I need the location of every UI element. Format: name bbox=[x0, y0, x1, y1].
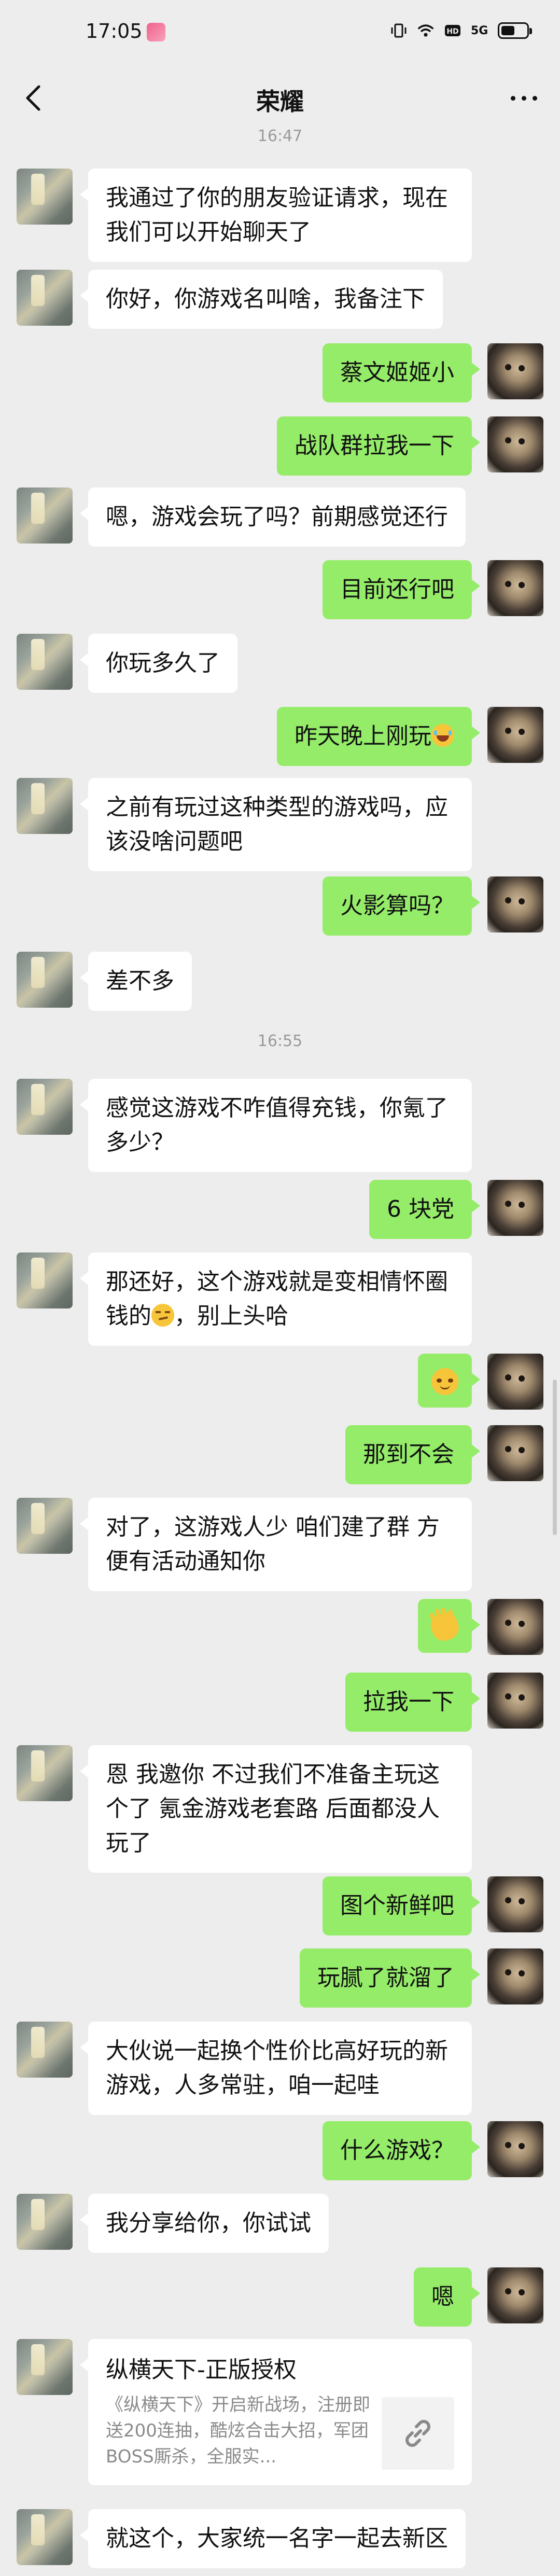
contact-avatar[interactable] bbox=[17, 1252, 73, 1308]
svg-text:HD: HD bbox=[446, 27, 458, 36]
my-avatar[interactable] bbox=[487, 1876, 543, 1932]
message-text-tail: ，别上头哈 bbox=[174, 1303, 288, 1329]
outgoing-message[interactable]: 战队群拉我一下 bbox=[277, 416, 480, 476]
my-avatar[interactable] bbox=[487, 876, 543, 932]
more-dot-icon bbox=[510, 95, 515, 101]
contact-avatar[interactable] bbox=[17, 2194, 73, 2250]
link-share-card[interactable]: 纵横天下-正版授权 《纵横天下》开启新战场，注册即送200连抽，酷炫合击大招，军… bbox=[80, 2339, 472, 2485]
my-avatar[interactable] bbox=[487, 1599, 543, 1655]
my-avatar[interactable] bbox=[487, 1180, 543, 1236]
outgoing-emoji-message[interactable] bbox=[418, 1354, 480, 1408]
hd-icon: HD bbox=[444, 22, 461, 39]
incoming-message[interactable]: 差不多 bbox=[80, 952, 192, 1011]
more-dot-icon bbox=[532, 95, 537, 101]
contact-avatar[interactable] bbox=[17, 488, 73, 544]
my-avatar[interactable] bbox=[487, 2267, 543, 2323]
cat-face-emoji-icon bbox=[431, 1368, 458, 1395]
chat-header: 荣耀 bbox=[0, 67, 560, 127]
incoming-message[interactable]: 嗯，游戏会玩了吗？前期感觉还行 bbox=[80, 488, 466, 547]
incoming-message[interactable]: 之前有玩过这种类型的游戏吗，应该没啥问题吧 bbox=[80, 778, 472, 871]
outgoing-message[interactable]: 目前还行吧 bbox=[323, 560, 480, 619]
incoming-message[interactable]: 那还好，这个游戏就是变相情怀圈钱的 ，别上头哈 bbox=[80, 1252, 472, 1346]
my-avatar[interactable] bbox=[487, 1948, 543, 2004]
incoming-message[interactable]: 我通过了你的朋友验证请求，现在我们可以开始聊天了 bbox=[80, 169, 472, 262]
incoming-message[interactable]: 就这个，大家统一名字一起去新区 bbox=[80, 2509, 466, 2568]
app-notification-icon bbox=[147, 23, 165, 41]
my-avatar[interactable] bbox=[487, 707, 543, 763]
contact-avatar[interactable] bbox=[17, 270, 73, 326]
status-bar: 17:05 HD 5G bbox=[0, 0, 560, 67]
contact-avatar[interactable] bbox=[17, 952, 73, 1008]
timestamp: 16:55 bbox=[257, 1032, 303, 1050]
my-avatar[interactable] bbox=[487, 2121, 543, 2177]
outgoing-message[interactable]: 图个新鲜吧 bbox=[323, 1876, 480, 1936]
my-avatar[interactable] bbox=[487, 1673, 543, 1729]
outgoing-message[interactable]: 昨天晚上刚玩 bbox=[277, 707, 480, 766]
my-avatar[interactable] bbox=[487, 560, 543, 616]
more-dot-icon bbox=[521, 95, 526, 101]
incoming-message[interactable]: 对了，这游戏人少 咱们建了群 方便有活动通知你 bbox=[80, 1498, 472, 1591]
chat-title: 荣耀 bbox=[256, 88, 304, 116]
my-avatar[interactable] bbox=[487, 1354, 543, 1410]
battery-level bbox=[501, 26, 514, 35]
outgoing-message[interactable]: 玩腻了就溜了 bbox=[300, 1948, 480, 2008]
contact-avatar[interactable] bbox=[17, 2509, 73, 2565]
laughing-tears-emoji-icon bbox=[431, 724, 454, 747]
message-text: 昨天晚上刚玩 bbox=[295, 723, 431, 749]
cellular-signal-icon: 5G bbox=[471, 24, 488, 37]
scrollbar-thumb[interactable] bbox=[553, 1380, 557, 1535]
outgoing-message[interactable]: 什么游戏？ bbox=[323, 2121, 480, 2180]
link-icon bbox=[405, 2420, 430, 2447]
card-title: 纵横天下-正版授权 bbox=[106, 2357, 297, 2383]
outgoing-message[interactable]: 嗯 bbox=[414, 2267, 480, 2327]
contact-avatar[interactable] bbox=[17, 1745, 73, 1801]
more-options-button[interactable] bbox=[503, 80, 544, 116]
incoming-message[interactable]: 恩 我邀你 不过我们不准备主玩这个了 氪金游戏老套路 后面都没人玩了 bbox=[80, 1745, 472, 1873]
my-avatar[interactable] bbox=[487, 416, 543, 472]
contact-avatar[interactable] bbox=[17, 778, 73, 834]
contact-avatar[interactable] bbox=[17, 1498, 73, 1554]
incoming-message[interactable]: 我分享给你，你试试 bbox=[80, 2194, 329, 2253]
card-description: 《纵横天下》开启新战场，注册即送200连抽，酷炫合击大招，军团BOSS厮杀，全服… bbox=[106, 2394, 370, 2467]
outgoing-message[interactable]: 那到不会 bbox=[345, 1425, 480, 1484]
status-time: 17:05 bbox=[86, 20, 143, 43]
battery-icon bbox=[498, 22, 532, 39]
outgoing-message[interactable]: 6 块党 bbox=[369, 1180, 480, 1239]
incoming-message[interactable]: 感觉这游戏不咋值得充钱，你氪了多少？ bbox=[80, 1079, 472, 1172]
smirk-emoji-icon bbox=[151, 1304, 174, 1327]
waving-hand-emoji-icon bbox=[427, 1609, 463, 1645]
incoming-message[interactable]: 大伙说一起换个性价比高好玩的新游戏，人多常驻，咱一起哇 bbox=[80, 2022, 472, 2115]
outgoing-message[interactable]: 蔡文姬姬小 bbox=[323, 343, 480, 402]
incoming-message[interactable]: 你好，你游戏名叫啥，我备注下 bbox=[80, 270, 443, 329]
card-thumbnail bbox=[382, 2397, 454, 2470]
incoming-message[interactable]: 你玩多久了 bbox=[80, 634, 237, 693]
my-avatar[interactable] bbox=[487, 1425, 543, 1481]
card-body: 《纵横天下》开启新战场，注册即送200连抽，酷炫合击大招，军团BOSS厮杀，全服… bbox=[106, 2392, 454, 2470]
outgoing-message[interactable]: 拉我一下 bbox=[345, 1673, 480, 1732]
contact-avatar[interactable] bbox=[17, 169, 73, 225]
contact-avatar[interactable] bbox=[17, 2022, 73, 2078]
contact-avatar[interactable] bbox=[17, 634, 73, 690]
outgoing-emoji-message[interactable] bbox=[418, 1599, 480, 1653]
my-avatar[interactable] bbox=[487, 343, 543, 399]
wifi-icon bbox=[417, 22, 435, 39]
outgoing-message[interactable]: 火影算吗？ bbox=[323, 876, 480, 936]
contact-avatar[interactable] bbox=[17, 1079, 73, 1135]
vibrate-icon bbox=[390, 22, 408, 39]
status-icons: HD 5G bbox=[390, 22, 532, 39]
timestamp: 16:47 bbox=[257, 127, 303, 145]
contact-avatar[interactable] bbox=[17, 2339, 73, 2395]
